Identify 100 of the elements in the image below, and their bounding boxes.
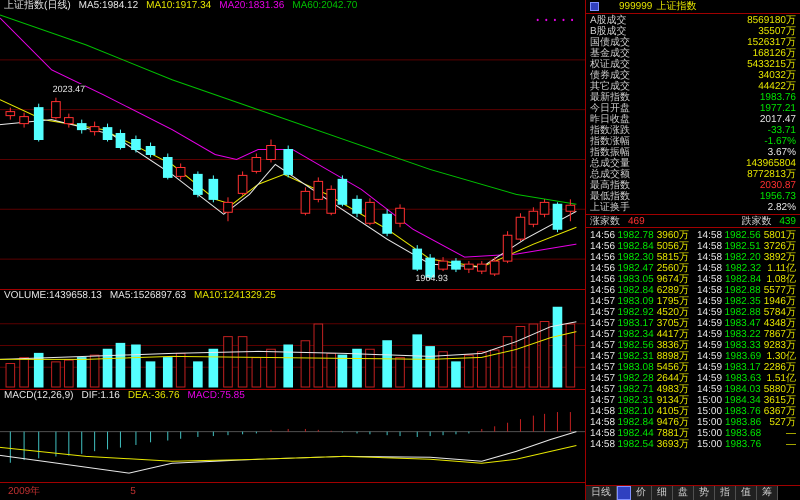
tick-price: 1983.22 — [724, 329, 762, 340]
candlestick — [365, 198, 375, 226]
volume-bar — [34, 352, 44, 388]
volume-bar — [238, 336, 248, 388]
volume-bar — [566, 324, 576, 388]
tick-time: 14:59 — [697, 373, 724, 384]
tick-volume: 527万 — [768, 417, 796, 428]
stat-label: 国债成交 — [590, 37, 630, 48]
tick-price: 1982.31 — [617, 351, 655, 362]
tick-time: 14:58 — [590, 428, 616, 439]
stat-label: 最新指数 — [590, 92, 630, 103]
tick-time: 14:59 — [697, 340, 724, 351]
indicator-label: MA5:1526897.63 — [110, 290, 186, 302]
indicator-label: MA20:1831.36 — [219, 0, 284, 12]
tick-time: 14:57 — [590, 307, 616, 318]
stat-value: 1977.21 — [760, 103, 796, 114]
tick-volume: 2286万 — [764, 362, 796, 373]
volume-bar — [146, 361, 156, 388]
candlestick — [252, 153, 262, 174]
candlestick — [490, 256, 500, 277]
view-tab[interactable]: 筹 — [757, 486, 778, 500]
tick-volume: 5577万 — [764, 285, 796, 296]
view-tab[interactable]: 盘 — [673, 486, 694, 500]
view-tab[interactable]: 值 — [736, 486, 757, 500]
volume-bar — [425, 346, 435, 388]
high-annotation: 2023.47 — [52, 84, 86, 94]
volume-bar — [502, 336, 512, 388]
tick-time: 14:57 — [590, 362, 616, 373]
index-icon — [590, 2, 599, 11]
tick-volume: 6289万 — [656, 285, 689, 296]
candlestick — [176, 162, 186, 180]
stat-label: 总成交额 — [590, 169, 630, 180]
tick-price: 1982.78 — [617, 230, 655, 241]
tick-volume: 9476万 — [656, 417, 689, 428]
tick-volume: — — [785, 439, 796, 450]
tick-volume: 9674万 — [656, 274, 689, 285]
stat-label: 指数振幅 — [590, 147, 630, 158]
volume-bar — [464, 354, 474, 388]
indicator-label: DEA:-36.76 — [128, 390, 180, 402]
tick-price: 1983.63 — [725, 373, 762, 384]
volume-bar — [90, 354, 100, 388]
tick-time: 14:57 — [590, 384, 616, 395]
volume-bar — [516, 326, 526, 388]
tick-time: 14:58 — [697, 263, 724, 274]
candlestick — [6, 107, 16, 120]
candlestick — [238, 170, 248, 196]
candlestick — [76, 119, 87, 134]
advancers-count: 469 — [628, 216, 645, 226]
tick-volume: 2560万 — [656, 263, 689, 274]
stat-value: 2.82% — [768, 202, 796, 213]
decliners-label: 跌家数 — [741, 216, 772, 226]
tick-volume: 5456万 — [656, 362, 689, 373]
volume-bar — [6, 363, 16, 388]
tick-price: 1982.84 — [617, 285, 655, 296]
volume-bar — [223, 336, 233, 388]
stat-value: 44422万 — [758, 81, 796, 92]
tick-price: 1983.76 — [724, 406, 762, 417]
tick-time: 14:57 — [590, 296, 616, 307]
stat-label: 昨日收盘 — [590, 114, 630, 125]
tick-time: 14:57 — [590, 373, 616, 384]
stat-value: 5433215万 — [747, 59, 796, 70]
tick-time: 14:56 — [590, 241, 616, 252]
candlestick — [266, 139, 276, 163]
decliners-count: 439 — [779, 216, 796, 226]
tick-volume: 4520万 — [656, 307, 689, 318]
candlestick — [208, 174, 218, 203]
tick-time: 15:00 — [697, 395, 724, 406]
tick-price: 1983.47 — [724, 318, 762, 329]
tick-time: 14:58 — [590, 406, 616, 417]
tick-price: 1983.69 — [725, 351, 762, 362]
volume-bar — [208, 348, 218, 388]
tick-time: 14:58 — [697, 230, 724, 241]
indicator-label: MA5:1984.12 — [78, 0, 138, 12]
tick-price: 1983.86 — [725, 417, 762, 428]
tick-time: 15:00 — [697, 417, 724, 428]
tick-price: 1982.31 — [617, 395, 655, 406]
tick-price: 1983.09 — [617, 296, 655, 307]
tick-volume: 7867万 — [764, 329, 796, 340]
candlestick — [382, 208, 392, 237]
tick-volume: 3836万 — [656, 340, 689, 351]
view-tab[interactable]: 日线 — [586, 486, 617, 500]
tick-volume: 3615万 — [764, 395, 796, 406]
view-tab[interactable]: 势 — [694, 486, 715, 500]
indicator-label: MACD:75.85 — [188, 390, 245, 402]
view-tab[interactable]: 价 — [631, 486, 652, 500]
grid-view-icon[interactable] — [617, 486, 631, 500]
candlestick — [566, 198, 576, 222]
indicator-label: MACD(12,26,9) — [4, 390, 74, 402]
stat-value: 1983.76 — [760, 92, 796, 103]
view-tab[interactable]: 细 — [652, 486, 673, 500]
indicator-label: DIF:1.16 — [81, 390, 120, 402]
tick-price: 1982.56 — [724, 230, 762, 241]
stat-value: 1526317万 — [747, 37, 796, 48]
tick-price: 1982.32 — [725, 263, 762, 274]
view-tab[interactable]: 指 — [715, 486, 736, 500]
tick-price: 1982.56 — [617, 340, 655, 351]
stat-value: 34032万 — [758, 70, 796, 81]
tick-volume: 5784万 — [764, 307, 796, 318]
candlestick — [438, 256, 448, 272]
tick-price: 1982.88 — [724, 285, 762, 296]
